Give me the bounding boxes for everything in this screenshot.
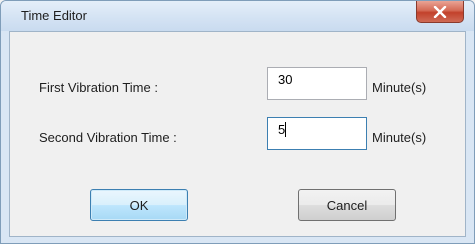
dialog-body: First Vibration Time : 30 Minute(s) Seco…	[9, 31, 466, 237]
cancel-button-label: Cancel	[326, 197, 368, 213]
second-vibration-time-input[interactable]: 5	[267, 117, 367, 150]
text-caret	[285, 122, 287, 137]
cancel-button[interactable]: Cancel	[298, 189, 396, 221]
window-title: Time Editor	[21, 8, 87, 23]
ok-button-label: OK	[129, 197, 149, 213]
first-vibration-time-input[interactable]: 30	[267, 67, 367, 100]
second-vibration-time-unit: Minute(s)	[372, 130, 427, 145]
first-vibration-time-label: First Vibration Time :	[39, 80, 158, 95]
close-button[interactable]	[416, 1, 464, 23]
close-x-icon	[433, 5, 447, 18]
first-vibration-time-unit: Minute(s)	[372, 80, 427, 95]
second-vibration-time-value: 5	[278, 122, 286, 137]
title-bar[interactable]: Time Editor	[1, 1, 474, 31]
second-vibration-time-label: Second Vibration Time :	[39, 130, 177, 145]
first-vibration-time-value: 30	[278, 72, 293, 87]
time-editor-dialog: Time Editor First Vibration Time : 30 Mi…	[0, 0, 475, 244]
ok-button[interactable]: OK	[90, 189, 188, 221]
